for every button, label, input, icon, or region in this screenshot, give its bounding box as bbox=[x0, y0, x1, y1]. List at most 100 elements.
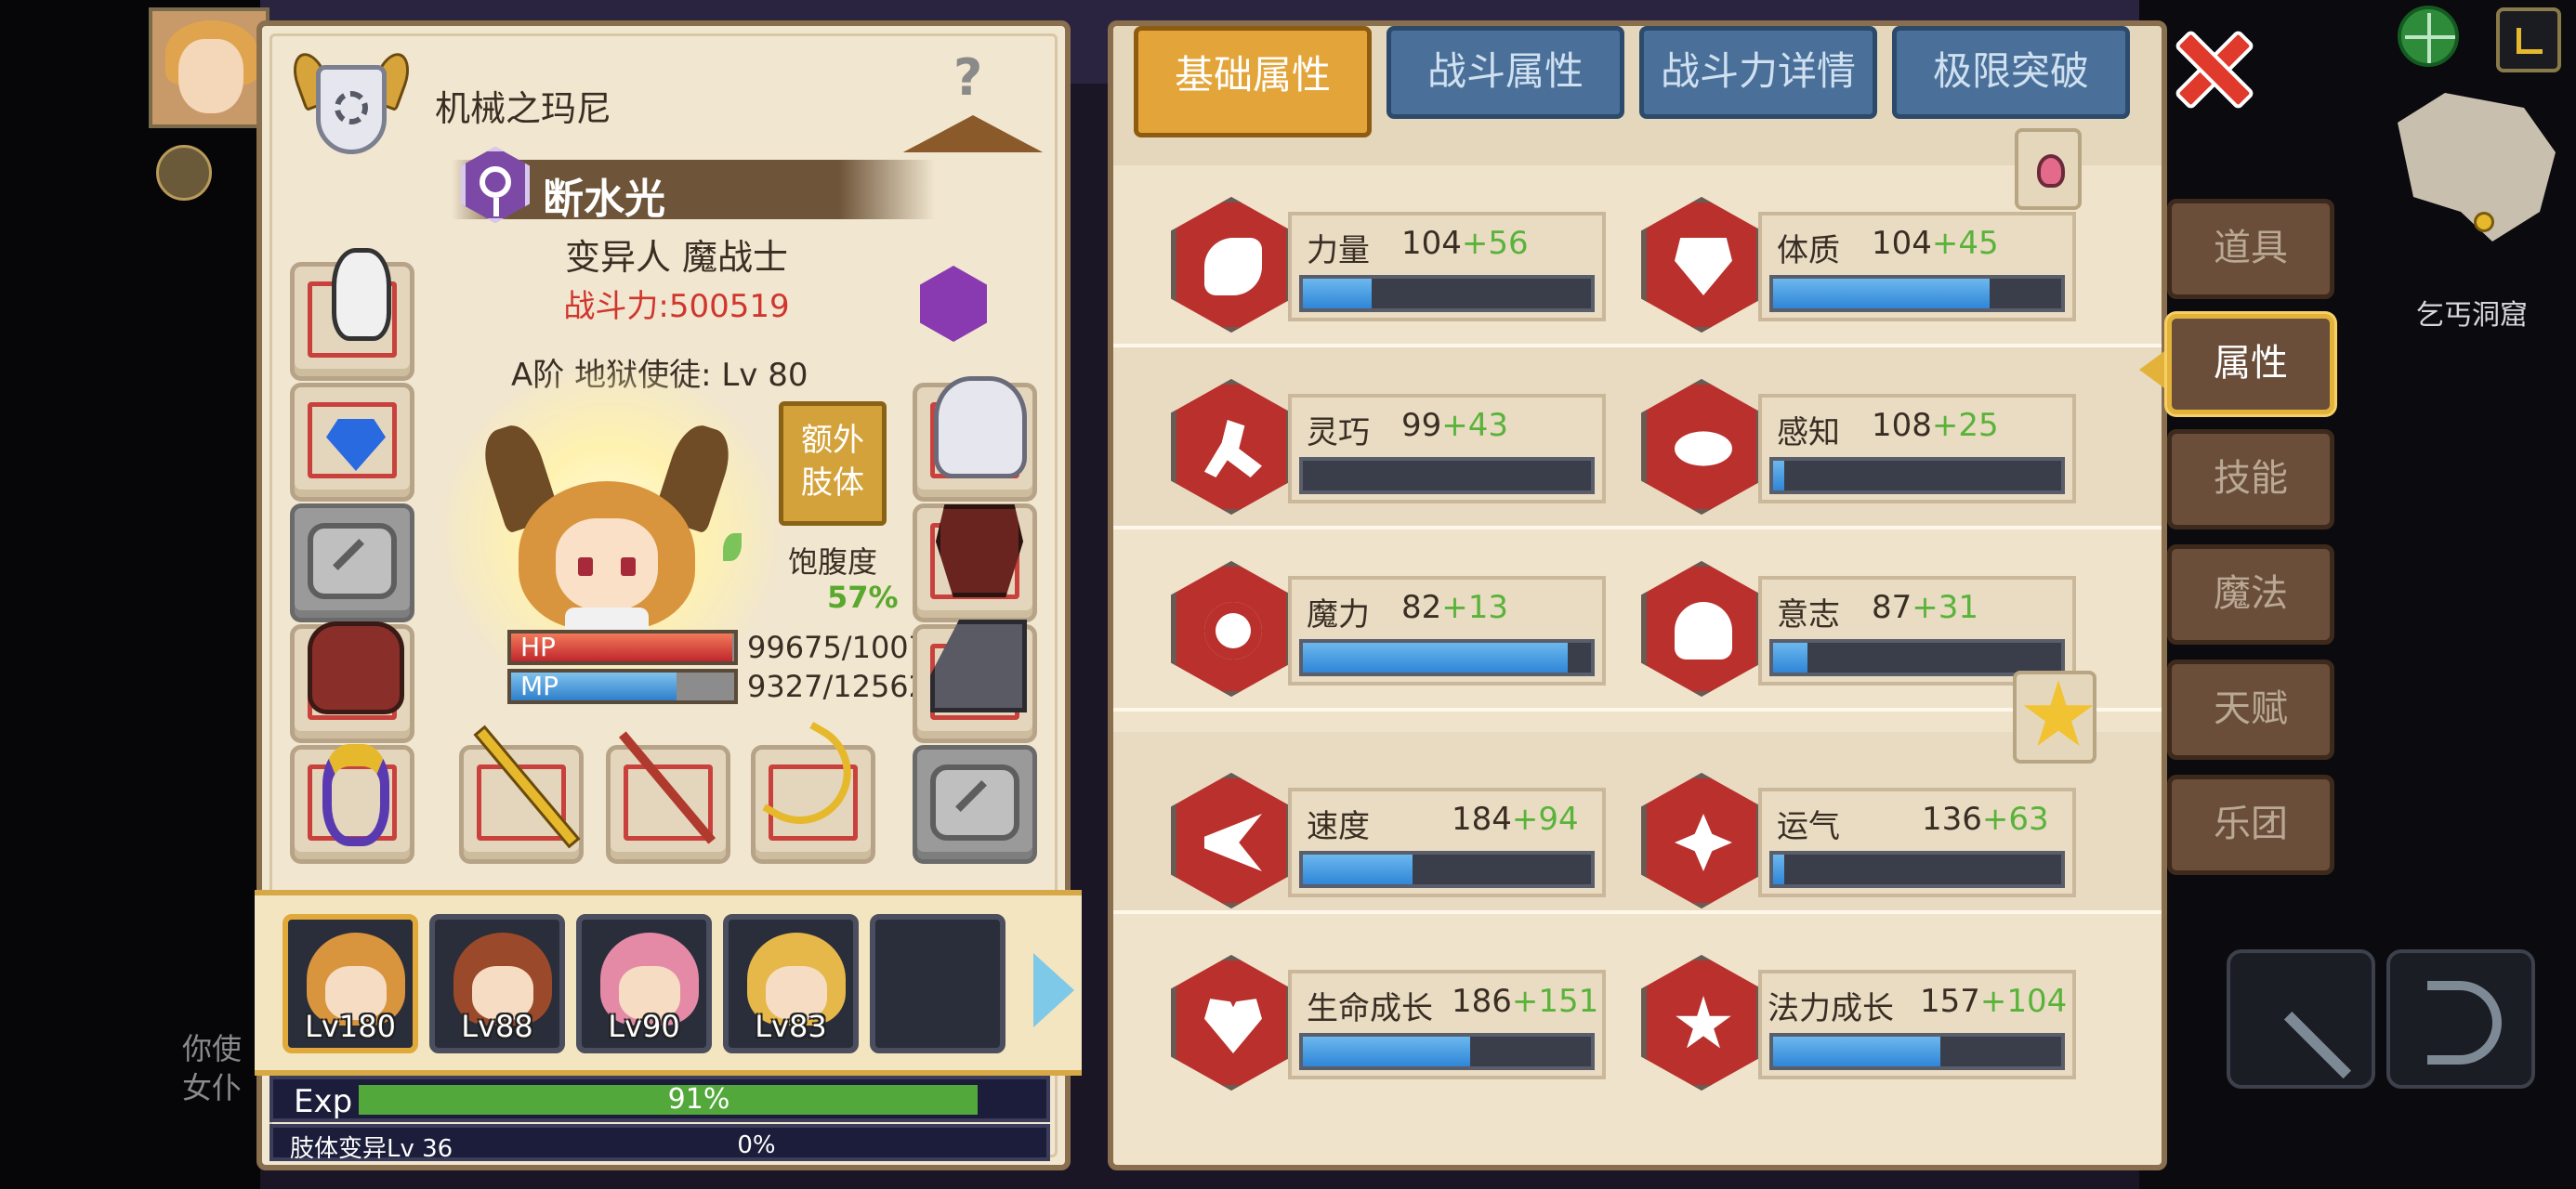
side-nav-attributes[interactable]: 属性 bbox=[2167, 314, 2334, 414]
close-icon[interactable] bbox=[2169, 24, 2253, 108]
stat-bar bbox=[1299, 457, 1595, 494]
tab-basic-attributes[interactable]: 基础属性 bbox=[1134, 26, 1372, 137]
stat-name: 感知 bbox=[1777, 414, 1840, 451]
speed-icon bbox=[1171, 773, 1292, 908]
mp-bar: MP bbox=[507, 669, 738, 704]
party-member-level: Lv180 bbox=[305, 1009, 396, 1044]
hp-bar-label: HP bbox=[520, 632, 556, 662]
equip-slot-rod[interactable] bbox=[606, 731, 730, 864]
party-member-card[interactable]: Lv88 bbox=[429, 914, 565, 1053]
guild-emblem-icon[interactable] bbox=[286, 43, 416, 173]
attribute-dexterity[interactable]: 灵巧 99+43 bbox=[1160, 347, 1624, 529]
equip-slot-locked-1[interactable] bbox=[290, 503, 414, 622]
side-nav-band[interactable]: 乐团 bbox=[2167, 775, 2334, 875]
attribute-strength[interactable]: 力量 104+56 bbox=[1160, 165, 1624, 347]
stat-value: 82+13 bbox=[1401, 589, 1509, 626]
stat-name: 速度 bbox=[1307, 808, 1370, 845]
equip-slot-bow[interactable] bbox=[751, 721, 875, 864]
party-strip: Lv180 Lv88 Lv90 Lv83 bbox=[255, 890, 1082, 1076]
extra-limb-button[interactable]: 额外 肢体 bbox=[779, 401, 887, 526]
party-member-card[interactable]: Lv90 bbox=[576, 914, 712, 1053]
party-member-level: Lv90 bbox=[608, 1009, 680, 1044]
equip-slot-gauntlet[interactable] bbox=[913, 376, 1037, 502]
bow-icon bbox=[2427, 981, 2502, 1065]
character-name: 断水光 bbox=[543, 176, 665, 223]
helmet-icon bbox=[332, 248, 391, 341]
equip-slot-staff[interactable] bbox=[459, 725, 584, 864]
character-panel: 机械之玛尼 ? 断水光 变异人 魔战士 战斗力:500519 A阶 地狱使徒: … bbox=[255, 20, 1082, 1170]
stat-value: 104+56 bbox=[1401, 225, 1529, 262]
attribute-magic[interactable]: 魔力 82+13 bbox=[1160, 529, 1624, 712]
hud-portrait[interactable] bbox=[149, 7, 269, 128]
cloak-icon bbox=[308, 621, 404, 714]
stat-box: 力量 104+56 bbox=[1288, 212, 1606, 321]
attribute-constitution[interactable]: 体质 104+45 bbox=[1630, 165, 2095, 347]
stat-name: 魔力 bbox=[1307, 596, 1370, 634]
stat-name: 运气 bbox=[1777, 808, 1840, 845]
stat-name: 灵巧 bbox=[1307, 414, 1370, 451]
equip-slot-cloak[interactable] bbox=[290, 621, 414, 743]
stat-value: 186+151 bbox=[1452, 983, 1599, 1020]
stat-box: 魔力 82+13 bbox=[1288, 576, 1606, 686]
stat-value: 99+43 bbox=[1401, 407, 1509, 444]
stat-bar bbox=[1299, 851, 1595, 888]
tab-limit-break[interactable]: 极限突破 bbox=[1892, 26, 2130, 119]
stat-value: 136+63 bbox=[1922, 801, 2049, 838]
stat-name: 意志 bbox=[1777, 596, 1840, 634]
limb-mutation-value: 0% bbox=[737, 1131, 776, 1159]
stat-box: 体质 104+45 bbox=[1758, 212, 2076, 321]
stat-bar bbox=[1299, 275, 1595, 312]
ring-icon bbox=[322, 744, 389, 846]
attribute-panel: 基础属性 战斗属性 战斗力详情 极限突破 力量 104+56 体质 104+45… bbox=[1108, 20, 2167, 1170]
party-next-arrow-icon[interactable] bbox=[1033, 953, 1074, 1027]
chat-text: 你使 女仆 bbox=[182, 1031, 243, 1105]
side-nav-items[interactable]: 道具 bbox=[2167, 199, 2334, 299]
attribute-luck[interactable]: 运气 136+63 bbox=[1630, 741, 2095, 923]
party-member-level: Lv88 bbox=[461, 1009, 533, 1044]
hud-badge-icon[interactable] bbox=[156, 145, 212, 201]
race-class: 变异人 魔战士 bbox=[564, 237, 789, 278]
stat-box: 生命成长 186+151 bbox=[1288, 970, 1606, 1079]
party-member-card[interactable]: Lv180 bbox=[283, 914, 418, 1053]
eye-icon bbox=[1641, 379, 1762, 515]
equip-slot-armor[interactable] bbox=[913, 503, 1037, 622]
costume-hanger-icon[interactable]: ? bbox=[903, 48, 1043, 160]
tab-power-details[interactable]: 战斗力详情 bbox=[1639, 26, 1877, 119]
run-icon bbox=[1171, 379, 1292, 515]
equip-slot-helmet[interactable] bbox=[290, 248, 414, 381]
stat-value: 157+104 bbox=[1920, 983, 2068, 1020]
stat-name: 体质 bbox=[1777, 232, 1840, 269]
stat-name: 法力成长 bbox=[1768, 990, 1894, 1027]
side-nav-magic[interactable]: 魔法 bbox=[2167, 544, 2334, 645]
mp-value: 9327/12562 bbox=[747, 669, 928, 704]
bow-skill-button[interactable] bbox=[2386, 949, 2535, 1089]
attribute-perception[interactable]: 感知 108+25 bbox=[1630, 347, 2095, 529]
tab-combat-attributes[interactable]: 战斗属性 bbox=[1387, 26, 1624, 119]
stat-name: 生命成长 bbox=[1307, 990, 1433, 1027]
equip-slot-locked-2[interactable] bbox=[913, 745, 1037, 864]
minimap-player-dot bbox=[2474, 212, 2494, 232]
limb-mutation-label: 肢体变异Lv 36 bbox=[290, 1135, 453, 1163]
attribute-mana-growth[interactable]: 法力成长 157+104 bbox=[1630, 923, 2095, 1105]
attribute-speed[interactable]: 速度 184+94 bbox=[1160, 741, 1624, 923]
minimap[interactable] bbox=[2388, 56, 2574, 260]
stat-box: 速度 184+94 bbox=[1288, 788, 1606, 897]
satiety-value: 57% bbox=[827, 580, 899, 615]
heart-icon bbox=[1171, 955, 1292, 1091]
party-member-card[interactable]: Lv83 bbox=[723, 914, 859, 1053]
combat-power: 战斗力:500519 bbox=[563, 288, 790, 325]
stat-value: 87+31 bbox=[1872, 589, 1979, 626]
attribute-life-growth[interactable]: 生命成长 186+151 bbox=[1160, 923, 1624, 1105]
swirl-icon bbox=[1171, 561, 1292, 697]
stat-box: 意志 87+31 bbox=[1758, 576, 2076, 686]
stat-value: 104+45 bbox=[1872, 225, 1999, 262]
side-nav-skills[interactable]: 技能 bbox=[2167, 429, 2334, 529]
equip-slot-ring[interactable] bbox=[290, 744, 414, 864]
party-empty-slot[interactable] bbox=[870, 914, 1005, 1053]
equip-slot-gem[interactable] bbox=[290, 383, 414, 502]
sword-skill-button[interactable] bbox=[2227, 949, 2397, 1089]
equip-slot-boots[interactable] bbox=[913, 620, 1037, 743]
stat-bar bbox=[1769, 1033, 2065, 1070]
muscle-icon bbox=[1171, 197, 1292, 333]
side-nav-talent[interactable]: 天赋 bbox=[2167, 660, 2334, 760]
